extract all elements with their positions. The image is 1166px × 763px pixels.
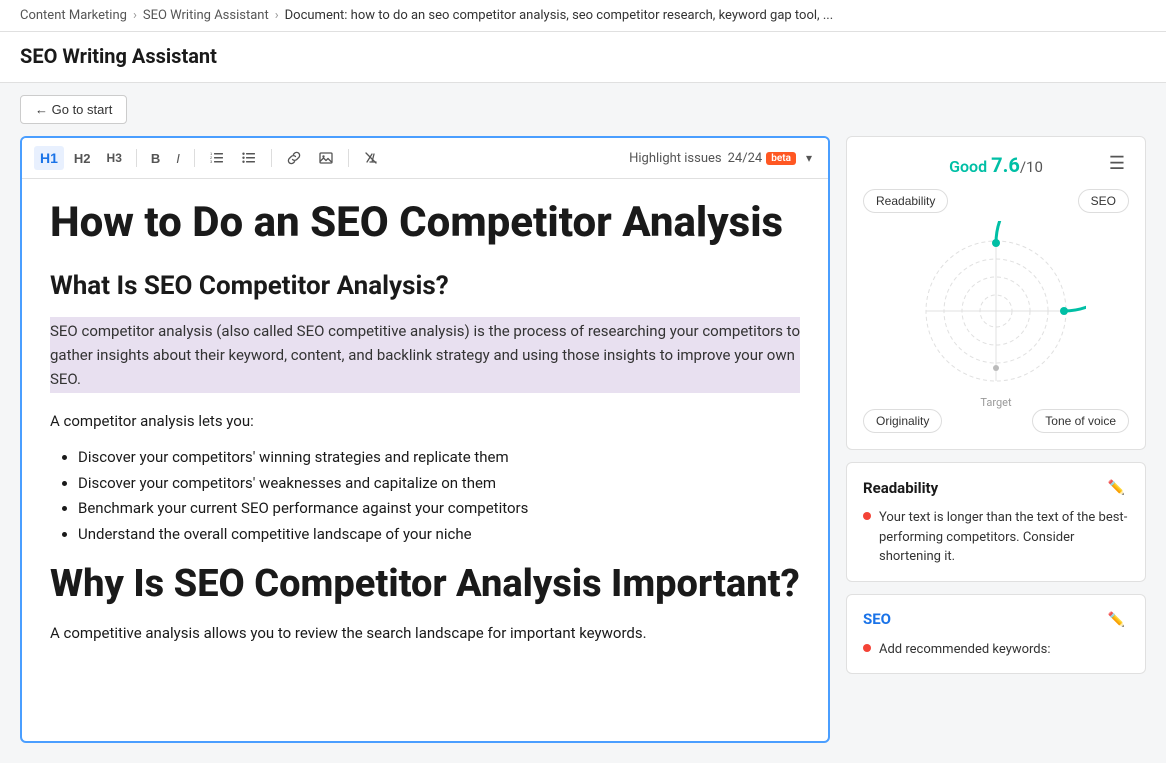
clear-format-button[interactable] [357,146,385,170]
list-item: Benchmark your current SEO performance a… [78,496,800,522]
section1-intro: A competitor analysis lets you: [50,409,800,433]
link-button[interactable] [280,146,308,170]
seo-card-title: SEO [863,610,891,628]
section2-heading: Why Is SEO Competitor Analysis Important… [50,563,800,607]
radar-chart: Target [906,221,1086,401]
breadcrumb-sep-1: › [133,8,137,23]
svg-text:3: 3 [210,159,213,164]
list-item: Discover your competitors' weaknesses an… [78,471,800,497]
beta-badge: beta [766,152,796,165]
seo-issue-text: Add recommended keywords: [879,640,1051,660]
originality-label-btn[interactable]: Originality [863,409,942,433]
h2-button[interactable]: H2 [68,147,97,170]
document-title: How to Do an SEO Competitor Analysis [50,199,800,247]
readability-edit-button[interactable]: ✏️ [1104,477,1129,498]
toolbar-divider-2 [194,149,195,167]
highlighted-paragraph: SEO competitor analysis (also called SEO… [50,317,800,393]
unordered-list-icon [241,150,257,166]
editor-content[interactable]: How to Do an SEO Competitor Analysis Wha… [22,179,828,741]
editor-panel: H1 H2 H3 B I 1 2 3 [20,136,830,743]
readability-issue-text: Your text is longer than the text of the… [879,508,1129,567]
image-button[interactable] [312,146,340,170]
score-widget: ☰ Good 7.6/10 Readability SEO [846,136,1146,450]
editor-toolbar: H1 H2 H3 B I 1 2 3 [22,138,828,179]
readability-card-title: Readability [863,479,938,497]
menu-button[interactable]: ☰ [1101,149,1133,178]
issue-dot-red [863,512,871,520]
ordered-list-button[interactable]: 1 2 3 [203,146,231,170]
section1-list: Discover your competitors' winning strat… [50,445,800,547]
clear-format-icon [363,150,379,166]
target-label: Target [980,396,1011,409]
h3-button[interactable]: H3 [101,147,128,169]
list-item: Discover your competitors' winning strat… [78,445,800,471]
go-to-start-button[interactable]: ← Go to start [20,95,127,124]
highlight-issues-label: Highlight issues [629,151,722,166]
highlight-issues-control: Highlight issues 24/24 beta ▾ [629,149,816,167]
seo-issue-dot [863,644,871,652]
action-bar: ← Go to start [0,83,1166,136]
breadcrumb-document: Document: how to do an seo competitor an… [285,8,833,23]
bold-button[interactable]: B [145,147,166,170]
tone-of-voice-label-btn[interactable]: Tone of voice [1032,409,1129,433]
h1-button[interactable]: H1 [34,146,64,170]
radar-bottom-labels: Originality Tone of voice [863,409,1129,433]
seo-card-header: SEO ✏️ [863,609,1129,630]
section2-para: A competitive analysis allows you to rev… [50,621,800,645]
list-item: Understand the overall competitive lands… [78,522,800,548]
toolbar-divider-4 [348,149,349,167]
breadcrumb-content-marketing[interactable]: Content Marketing [20,8,127,23]
breadcrumb-sep-2: › [275,8,279,23]
page-header: SEO Writing Assistant [0,32,1166,83]
seo-edit-button[interactable]: ✏️ [1104,609,1129,630]
score-display: Good 7.6/10 [863,153,1129,177]
image-icon [318,150,334,166]
highlight-count-value: 24/24 [728,151,763,166]
readability-card: Readability ✏️ Your text is longer than … [846,462,1146,582]
link-icon [286,150,302,166]
seo-label-btn[interactable]: SEO [1078,189,1129,213]
readability-issue-item: Your text is longer than the text of the… [863,508,1129,567]
main-layout: H1 H2 H3 B I 1 2 3 [0,136,1166,763]
radar-svg [906,221,1086,401]
score-denom: /10 [1020,158,1043,176]
highlight-issues-count: 24/24 beta [728,151,796,166]
toolbar-divider-3 [271,149,272,167]
page-title: SEO Writing Assistant [20,44,1146,68]
toolbar-divider-1 [136,149,137,167]
seo-issue-item: Add recommended keywords: [863,640,1129,660]
readability-card-header: Readability ✏️ [863,477,1129,498]
highlight-issues-dropdown[interactable]: ▾ [802,149,816,167]
radar-top-labels: Readability SEO [863,189,1129,213]
readability-label-btn[interactable]: Readability [863,189,948,213]
ordered-list-icon: 1 2 3 [209,150,225,166]
score-good-label: Good [949,157,987,176]
right-panel: ☰ Good 7.6/10 Readability SEO [846,136,1146,743]
unordered-list-button[interactable] [235,146,263,170]
seo-card: SEO ✏️ Add recommended keywords: [846,594,1146,675]
breadcrumb-seo-writing-assistant[interactable]: SEO Writing Assistant [143,8,269,23]
italic-button[interactable]: I [170,147,186,170]
score-value-num: 7.6 [991,153,1020,177]
section1-heading: What Is SEO Competitor Analysis? [50,271,800,301]
breadcrumb: Content Marketing › SEO Writing Assistan… [0,0,1166,32]
